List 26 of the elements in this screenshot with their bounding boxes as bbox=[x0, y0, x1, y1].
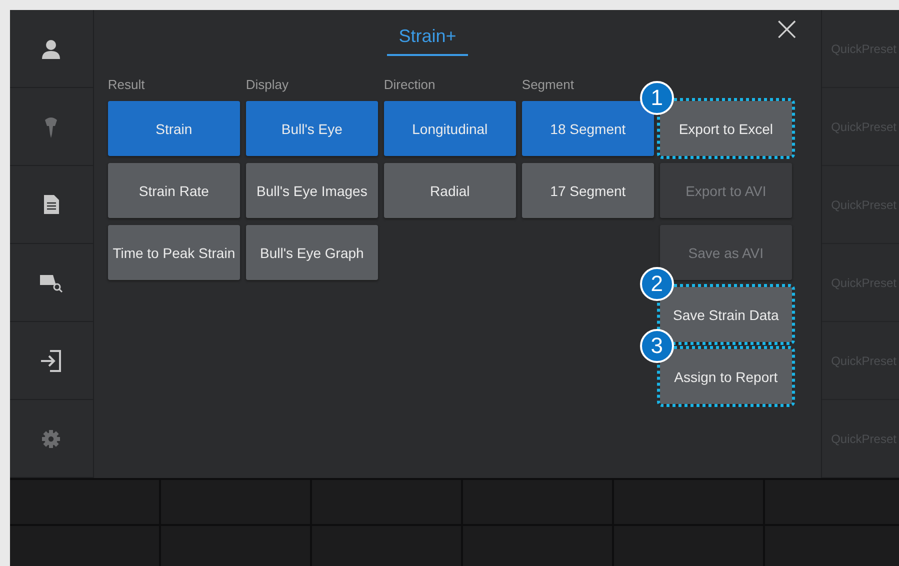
option-button[interactable]: Radial bbox=[384, 163, 516, 218]
document-icon bbox=[44, 195, 59, 214]
option-button[interactable]: Longitudinal bbox=[384, 101, 516, 156]
callout-badge: 2 bbox=[640, 267, 674, 301]
sign-in-icon bbox=[40, 348, 62, 372]
close-button[interactable]: × bbox=[772, 12, 802, 46]
group-label: Result bbox=[108, 76, 146, 94]
option-button[interactable]: Strain Rate bbox=[108, 163, 240, 218]
group-label: Direction bbox=[384, 76, 436, 94]
dialog-title-tab[interactable]: Strain+ bbox=[386, 18, 468, 56]
callout-badge: 1 bbox=[640, 81, 674, 115]
gear-icon bbox=[41, 428, 62, 448]
option-button[interactable]: Time to Peak Strain bbox=[108, 225, 240, 280]
callout-badge: 3 bbox=[640, 329, 674, 363]
option-button[interactable]: Bull's Eye Graph bbox=[246, 225, 378, 280]
option-button[interactable]: Strain bbox=[108, 101, 240, 156]
option-button[interactable]: 18 Segment bbox=[522, 101, 654, 156]
person-icon bbox=[42, 38, 60, 58]
probe-icon bbox=[45, 116, 58, 138]
image-search-icon bbox=[39, 272, 64, 292]
option-button[interactable]: Bull's Eye Images bbox=[246, 163, 378, 218]
empty-key[interactable] bbox=[10, 526, 159, 566]
group-label: Display bbox=[246, 76, 290, 94]
option-button[interactable]: Bull's Eye bbox=[246, 101, 378, 156]
group-label: Segment bbox=[522, 76, 575, 94]
option-button[interactable]: 17 Segment bbox=[522, 163, 654, 218]
